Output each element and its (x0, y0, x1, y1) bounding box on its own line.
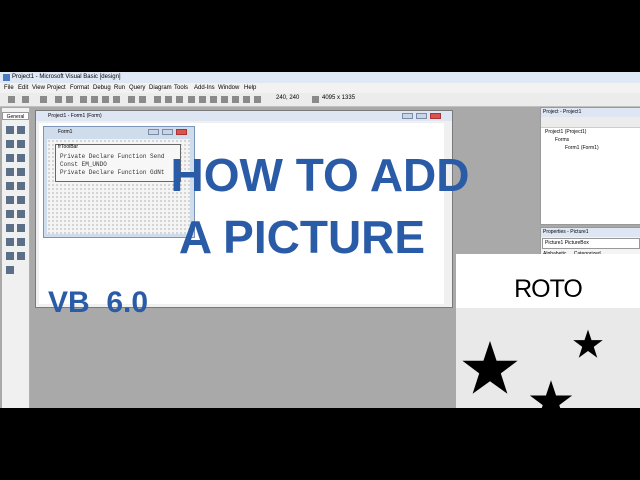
roto-software-logo: ROTO SOFTWARE (456, 254, 640, 408)
project-explorer-toolbar (541, 117, 640, 128)
undo-icon[interactable] (128, 96, 135, 103)
menu-window[interactable]: Window (218, 83, 239, 93)
size-icon (312, 96, 319, 103)
data-view-icon[interactable] (243, 96, 250, 103)
ole-tool-icon[interactable] (6, 266, 14, 274)
label-tool-icon[interactable] (6, 140, 14, 148)
position-readout: 240, 240 (276, 95, 300, 101)
form-layout-icon[interactable] (210, 96, 217, 103)
toolbox-general-tab[interactable]: General (2, 112, 29, 120)
star-icon (529, 380, 573, 408)
form1-maximize-button[interactable] (162, 129, 173, 135)
version-label: VB 6.0 (48, 286, 149, 319)
maximize-button[interactable] (416, 113, 427, 119)
menu-format[interactable]: Format (70, 83, 89, 93)
menu-bar: File Edit View Project Format Debug Run … (0, 83, 640, 93)
menu-edit[interactable]: Edit (18, 83, 28, 93)
end-icon[interactable] (176, 96, 183, 103)
form1-caption: Form1 (44, 127, 194, 137)
properties-window-icon[interactable] (199, 96, 206, 103)
menu-editor-icon[interactable] (40, 96, 47, 103)
cut-icon[interactable] (80, 96, 87, 103)
save-icon[interactable] (66, 96, 73, 103)
paste-icon[interactable] (102, 96, 109, 103)
find-icon[interactable] (113, 96, 120, 103)
menu-project[interactable]: Project (47, 83, 66, 93)
menu-run[interactable]: Run (114, 83, 125, 93)
form1-minimize-button[interactable] (148, 129, 159, 135)
menu-diagram[interactable]: Diagram (149, 83, 172, 93)
menu-query[interactable]: Query (129, 83, 145, 93)
object-browser-icon[interactable] (221, 96, 228, 103)
form1-title: Form1 (58, 129, 73, 135)
add-project-icon[interactable] (8, 96, 15, 103)
textbox-tool-icon[interactable] (17, 140, 25, 148)
copy-icon[interactable] (91, 96, 98, 103)
minimize-button[interactable] (402, 113, 413, 119)
open-icon[interactable] (55, 96, 62, 103)
start-icon[interactable] (154, 96, 161, 103)
logo-star-area (456, 308, 640, 408)
tree-item-forms[interactable]: Forms (545, 136, 640, 144)
tree-item-form1[interactable]: Form1 (Form1) (545, 144, 640, 152)
headline-line-1: HOW TO ADD (170, 149, 470, 201)
star-icon (462, 341, 518, 394)
project-explorer-title: Project - Project1 (541, 108, 640, 117)
redo-icon[interactable] (139, 96, 146, 103)
close-button[interactable] (430, 113, 441, 119)
logo-header: ROTO SOFTWARE (456, 254, 640, 333)
size-readout: 4095 x 1335 (322, 95, 356, 101)
menu-view[interactable]: View (32, 83, 45, 93)
project-tree: Project1 (Project1) Forms Form1 (Form1) (541, 128, 640, 152)
vb-app-icon (3, 74, 10, 81)
toolbox-icon[interactable] (232, 96, 239, 103)
project-explorer-icon[interactable] (188, 96, 195, 103)
menu-help[interactable]: Help (244, 83, 256, 93)
form-designer-title: Project1 - Form1 (Form) (48, 113, 102, 119)
menu-tools[interactable]: Tools (174, 83, 188, 93)
break-icon[interactable] (165, 96, 172, 103)
window-title: Project1 - Microsoft Visual Basic [desig… (12, 74, 121, 80)
tree-item-project[interactable]: Project1 (Project1) (545, 128, 640, 136)
star-icon (573, 329, 603, 358)
menu-add-ins[interactable]: Add-Ins (194, 83, 215, 93)
position-icon (254, 96, 261, 103)
picturebox-tool-icon[interactable] (17, 126, 25, 134)
title-bar: Project1 - Microsoft Visual Basic [desig… (0, 72, 640, 83)
menu-debug[interactable]: Debug (93, 83, 111, 93)
form1-close-button[interactable] (176, 129, 187, 135)
standard-toolbar: 240, 240 4095 x 1335 (0, 93, 640, 107)
form-designer-caption: Project1 - Form1 (Form) (36, 111, 452, 121)
form-designer-window: Project1 - Form1 (Form) Form1 frToolBar … (35, 110, 453, 308)
add-form-icon[interactable] (22, 96, 29, 103)
pointer-tool-icon[interactable] (6, 126, 14, 134)
menu-file[interactable]: File (4, 83, 14, 93)
frame-label: frToolBar (58, 144, 79, 150)
